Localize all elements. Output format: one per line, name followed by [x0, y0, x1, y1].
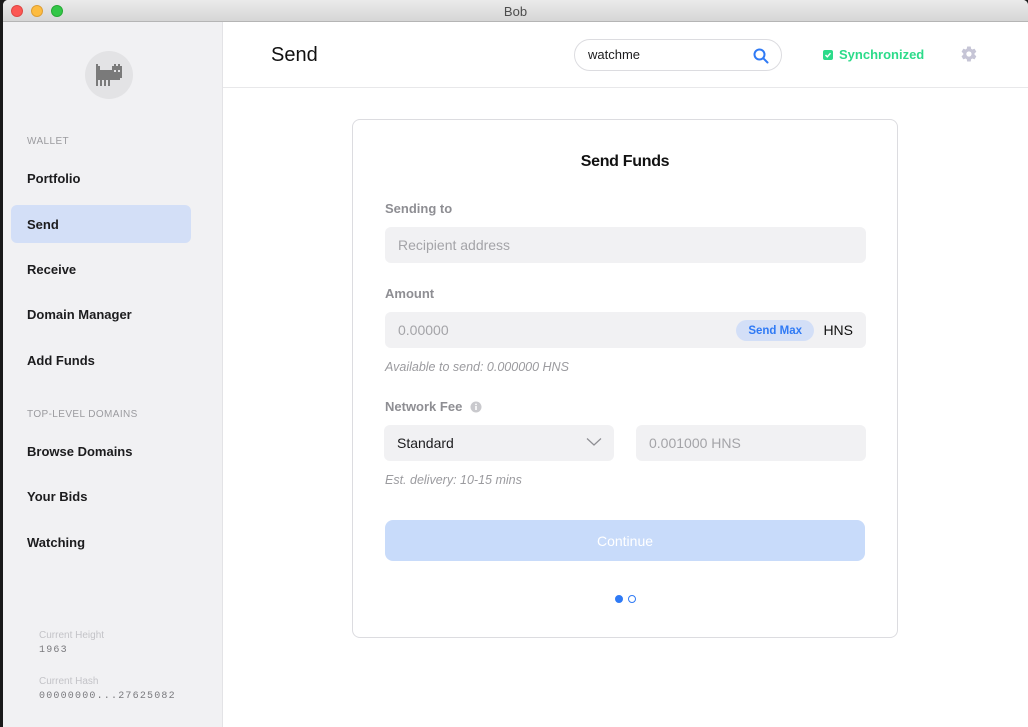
pixel-cat-icon: [96, 64, 122, 86]
page-title: Send: [271, 44, 318, 66]
send-max-button[interactable]: Send Max: [736, 320, 814, 341]
send-funds-card: Send Funds Sending to Amount Send Max HN…: [352, 119, 898, 638]
main-content: Send Synchronized Send Funds Sending to: [223, 22, 1028, 727]
recipient-address-input[interactable]: [398, 237, 698, 253]
est-delivery: Est. delivery: 10-15 mins: [385, 473, 522, 487]
sidebar-item-domain-manager[interactable]: Domain Manager: [11, 295, 191, 333]
title-bar: Bob: [3, 0, 1028, 22]
info-icon[interactable]: [470, 401, 482, 413]
step-indicator: [353, 595, 897, 603]
avatar: [85, 51, 133, 99]
current-hash-value: 00000000...27625082: [39, 691, 176, 702]
step-dot-2: [627, 595, 636, 603]
fee-amount-value: 0.001000 HNS: [649, 435, 741, 451]
gear-icon[interactable]: [960, 45, 978, 63]
amount-input[interactable]: [398, 322, 698, 338]
sidebar-item-watching[interactable]: Watching: [11, 523, 191, 561]
tld-section-label: TOP-LEVEL DOMAINS: [27, 409, 138, 420]
available-to-send: Available to send: 0.000000 HNS: [385, 360, 569, 374]
window-title: Bob: [503, 4, 528, 19]
network-fee-label: Network Fee: [385, 399, 463, 414]
sidebar: WALLET Portfolio Send Receive Domain Man…: [3, 22, 223, 727]
check-icon: [823, 49, 833, 60]
fee-speed-value: Standard: [397, 435, 454, 451]
continue-button[interactable]: Continue: [385, 520, 865, 561]
amount-label: Amount: [385, 286, 435, 301]
recipient-field: [385, 227, 866, 263]
search-box: [574, 39, 782, 71]
sidebar-item-receive[interactable]: Receive: [11, 250, 191, 288]
network-fee-label-row: Network Fee: [385, 399, 482, 414]
header: Send Synchronized: [223, 22, 1028, 88]
sidebar-item-portfolio[interactable]: Portfolio: [11, 159, 191, 197]
sync-status: Synchronized: [823, 47, 924, 62]
card-title: Send Funds: [580, 153, 670, 170]
current-height-label: Current Height: [39, 630, 105, 641]
current-height-value: 1963: [39, 645, 68, 656]
step-dot-1: [614, 595, 623, 603]
sync-status-text: Synchronized: [839, 47, 925, 62]
amount-unit: HNS: [823, 322, 853, 338]
wallet-section-label: WALLET: [27, 136, 70, 147]
sidebar-item-browse-domains[interactable]: Browse Domains: [11, 432, 191, 470]
search-icon[interactable]: [753, 48, 769, 64]
fee-speed-select[interactable]: Standard: [384, 425, 614, 461]
fee-amount-field: 0.001000 HNS: [636, 425, 866, 461]
sidebar-item-your-bids[interactable]: Your Bids: [11, 477, 191, 515]
chevron-down-icon: [586, 438, 602, 446]
app-window: Bob WALLET Portfolio Send Receive Domain…: [3, 0, 1028, 727]
sidebar-item-add-funds[interactable]: Add Funds: [11, 341, 191, 379]
sidebar-item-send[interactable]: Send: [11, 205, 191, 243]
sending-to-label: Sending to: [385, 201, 453, 216]
current-hash-label: Current Hash: [39, 676, 99, 687]
amount-field: Send Max HNS: [385, 312, 866, 348]
search-input[interactable]: [588, 47, 748, 62]
